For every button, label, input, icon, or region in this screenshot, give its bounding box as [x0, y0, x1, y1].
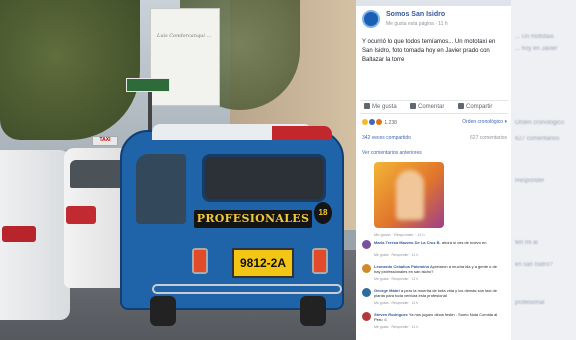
background-page: ... Un mototaxi ... hoy en Javier Orden … [511, 0, 576, 340]
comment-footer[interactable]: Me gusta · Responder · 11 h [374, 253, 418, 257]
comment-footer[interactable]: Me gusta · Responder · 11 h [374, 325, 418, 329]
license-plate: 9812-2A [232, 248, 294, 278]
comment-button[interactable]: Comentar [410, 103, 444, 110]
view-previous-comments[interactable]: Ver comentarios anteriores [362, 150, 422, 156]
comment-order-dropdown[interactable]: Orden cronológico ▾ [462, 119, 507, 125]
comment-author[interactable]: Maria Teresa Mazzeo De La Cruz B. [374, 240, 441, 245]
thumbs-up-icon [364, 103, 370, 109]
comment-text: ahora si ves de nuevo en [441, 240, 487, 245]
white-car-left [0, 150, 70, 320]
comment-icon [410, 103, 416, 109]
commenter-avatar[interactable] [362, 312, 371, 321]
share-button[interactable]: Compartir [458, 103, 492, 110]
like-reaction-icon [369, 119, 375, 125]
shares-link[interactable]: 342 veces compartido [362, 135, 411, 141]
comment-image[interactable] [374, 162, 444, 228]
wheel-right [300, 296, 326, 326]
page-avatar[interactable] [362, 10, 380, 28]
comment-item: George Mabri a pero la muertía de toda v… [362, 288, 506, 310]
tail-light-right [312, 248, 328, 274]
post-text: Y ocurrió lo que todos temíamos... Un mo… [362, 39, 496, 63]
photo-tree-left [0, 0, 140, 140]
comment-image-meta: Me gusta · Responder · 11 h [374, 232, 425, 237]
commenter-avatar[interactable] [362, 240, 371, 249]
post-photo[interactable]: Luis Condorcanqui ... TAXI PROFESIONALES… [0, 0, 356, 340]
comment-item: Steven Rodriguez Ya nos jugaro dinos fes… [362, 312, 506, 334]
mototaxi-badge: 18 [314, 202, 332, 224]
commenter-avatar[interactable] [362, 264, 371, 273]
billboard-text: Luis Condorcanqui ... [157, 33, 212, 39]
haha-reaction-icon [362, 119, 368, 125]
post-actions: Me gusta Comentar Compartir [360, 100, 508, 114]
post-header: Somos San Isidro Me gusta esta página · … [362, 10, 508, 34]
taxi-sign: TAXI [92, 136, 118, 146]
comment-footer[interactable]: Me gusta · Responder · 11 h [374, 301, 418, 305]
wow-reaction-icon [376, 119, 382, 125]
reaction-count: 1.238 [384, 120, 397, 126]
mototaxi-bumper [152, 284, 342, 294]
like-button[interactable]: Me gusta [364, 103, 397, 110]
comments-count[interactable]: 627 comentarios [470, 135, 507, 141]
share-icon [458, 103, 464, 109]
facebook-post: Somos San Isidro Me gusta esta página · … [356, 6, 511, 340]
post-meta: Me gusta esta página · 11 h [386, 21, 448, 27]
mototaxi: PROFESIONALES 18 9812-2A [120, 124, 344, 310]
comment-item: Maria Teresa Mazzeo De La Cruz B. ahora … [362, 240, 506, 262]
mototaxi-label: PROFESIONALES [194, 210, 312, 228]
wheel-left [150, 296, 176, 326]
commenter-avatar[interactable] [362, 288, 371, 297]
street-sign [126, 78, 170, 92]
mototaxi-rear-window [202, 154, 326, 202]
comment-item: Leonardo Ceballos Palomino Apretaron a m… [362, 264, 506, 286]
comment-footer[interactable]: Me gusta · Responder · 11 h [374, 277, 418, 281]
reactions-summary[interactable]: 1.238 [362, 119, 397, 126]
page-name[interactable]: Somos San Isidro [386, 11, 445, 18]
tail-light-left [192, 248, 208, 274]
